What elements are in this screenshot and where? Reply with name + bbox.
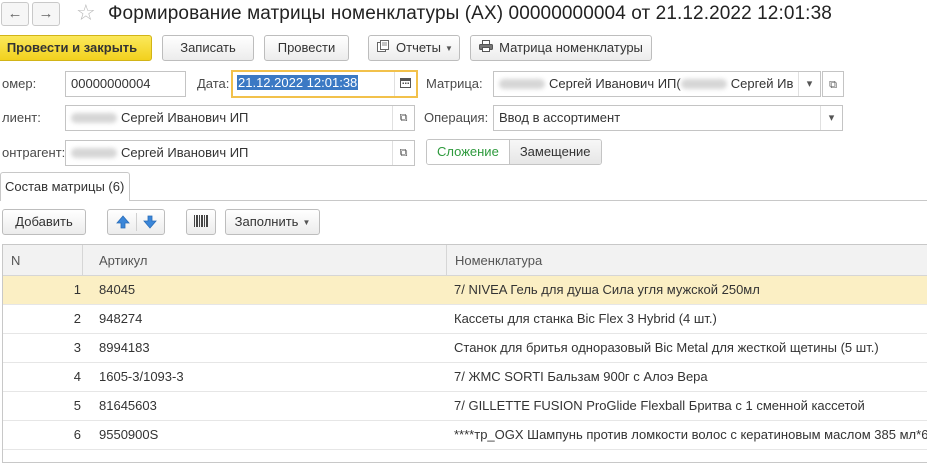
open-window-icon: ⧉ bbox=[829, 79, 837, 91]
arrow-left-icon: ← bbox=[7, 5, 23, 22]
mode-toggle: Сложение Замещение bbox=[426, 139, 602, 165]
number-label: омер: bbox=[2, 76, 37, 91]
open-matrix-button[interactable]: ⧉ bbox=[822, 71, 844, 97]
fill-button[interactable]: Заполнить ▼ bbox=[225, 209, 320, 235]
number-field[interactable]: 00000000004 bbox=[65, 71, 186, 97]
open-window-icon[interactable]: ⧉ bbox=[392, 141, 414, 165]
matrix-label: Матрица номенклатуры bbox=[499, 40, 643, 55]
client-label: лиент: bbox=[2, 110, 41, 125]
barcode-icon bbox=[193, 214, 209, 229]
fill-label: Заполнить bbox=[234, 214, 299, 229]
date-value: 21.12.2022 12:01:38 bbox=[237, 75, 359, 90]
column-header-article[interactable]: Артикул bbox=[91, 245, 447, 276]
table-row[interactable]: 6 9550900S ****тр_OGX Шампунь против лом… bbox=[3, 421, 927, 450]
row-item: ****тр_OGX Шампунь против ломкости волос… bbox=[454, 427, 927, 442]
post-button[interactable]: Провести bbox=[264, 35, 349, 61]
row-article: 81645603 bbox=[99, 398, 157, 413]
row-number: 2 bbox=[73, 311, 81, 326]
move-buttons bbox=[107, 209, 165, 235]
dropdown-arrow-icon[interactable]: ▾ bbox=[820, 106, 842, 130]
client-field[interactable]: Сергей Иванович ИП ⧉ bbox=[65, 105, 415, 131]
matrix-field-label: Матрица: bbox=[426, 76, 483, 91]
printer-icon bbox=[479, 36, 494, 60]
redacted-name bbox=[680, 79, 727, 89]
write-button[interactable]: Записать bbox=[162, 35, 254, 61]
date-field[interactable]: 21.12.2022 12:01:38 bbox=[231, 70, 418, 98]
operation-value: Ввод в ассортимент bbox=[499, 110, 621, 125]
post-and-close-button[interactable]: Провести и закрыть bbox=[0, 35, 152, 61]
date-label: Дата: bbox=[197, 76, 230, 91]
table-row[interactable]: 3 8994183 Станок для бритья одноразовый … bbox=[3, 334, 927, 363]
redacted-name bbox=[499, 79, 545, 89]
add-button[interactable]: Добавить bbox=[2, 209, 86, 235]
row-article: 84045 bbox=[99, 282, 136, 297]
chevron-down-icon: ▼ bbox=[302, 218, 311, 227]
row-item: 7/ NIVEA Гель для душа Сила угля мужской… bbox=[454, 282, 760, 297]
row-item: 7/ ЖМС SORTI Бальзам 900г с Алоэ Вера bbox=[454, 369, 708, 384]
reports-icon bbox=[377, 36, 390, 60]
calendar-icon[interactable] bbox=[394, 72, 416, 96]
row-article: 9550900S bbox=[99, 427, 159, 442]
favorite-star-icon[interactable]: ☆ bbox=[76, 1, 96, 25]
table-row[interactable]: 2 948274 Кассеты для станка Bic Flex 3 H… bbox=[3, 305, 927, 334]
forward-button[interactable]: → bbox=[32, 2, 60, 26]
column-header-n[interactable]: N bbox=[3, 245, 83, 276]
page-title: Формирование матрицы номенклатуры (АХ) 0… bbox=[108, 3, 832, 24]
arrow-right-icon: → bbox=[38, 5, 54, 22]
reports-button[interactable]: Отчеты ▼ bbox=[368, 35, 460, 61]
table-row[interactable]: 5 81645603 7/ GILLETTE FUSION ProGlide F… bbox=[3, 392, 927, 421]
arrow-up-icon[interactable] bbox=[114, 214, 132, 230]
back-button[interactable]: ← bbox=[1, 2, 29, 26]
items-table: N Артикул Номенклатура 1 84045 7/ NIVEA … bbox=[2, 244, 927, 463]
dropdown-arrow-icon[interactable]: ▾ bbox=[798, 72, 820, 96]
row-number: 4 bbox=[73, 369, 81, 384]
column-header-item[interactable]: Номенклатура bbox=[447, 245, 927, 276]
row-article: 948274 bbox=[99, 311, 143, 326]
row-item: 7/ GILLETTE FUSION ProGlide Flexball Бри… bbox=[454, 398, 865, 413]
mode-add-button[interactable]: Сложение bbox=[427, 140, 510, 164]
tab-matrix-composition[interactable]: Состав матрицы (6) bbox=[0, 172, 130, 201]
matrix-field[interactable]: Сергей Иванович ИП( Сергей Ив ▾ bbox=[493, 71, 821, 97]
mode-replace-button[interactable]: Замещение bbox=[509, 140, 601, 164]
row-article: 1605-3/1093-3 bbox=[99, 369, 184, 384]
row-item: Станок для бритья одноразовый Bic Metal … bbox=[454, 340, 879, 355]
contractor-value: Сергей Иванович ИП bbox=[121, 145, 249, 160]
contractor-field[interactable]: Сергей Иванович ИП ⧉ bbox=[65, 140, 415, 166]
barcode-button[interactable] bbox=[186, 209, 216, 235]
operation-field[interactable]: Ввод в ассортимент ▾ bbox=[493, 105, 843, 131]
contractor-label: онтрагент: bbox=[2, 145, 66, 160]
table-row[interactable]: 4 1605-3/1093-3 7/ ЖМС SORTI Бальзам 900… bbox=[3, 363, 927, 392]
row-item: Кассеты для станка Bic Flex 3 Hybrid (4 … bbox=[454, 311, 717, 326]
table-row[interactable]: 1 84045 7/ NIVEA Гель для душа Сила угля… bbox=[3, 276, 927, 305]
row-article: 8994183 bbox=[99, 340, 150, 355]
chevron-down-icon: ▼ bbox=[444, 44, 453, 53]
client-value: Сергей Иванович ИП bbox=[121, 110, 249, 125]
redacted-name bbox=[71, 148, 117, 158]
row-number: 5 bbox=[73, 398, 81, 413]
separator bbox=[136, 213, 137, 231]
open-window-icon[interactable]: ⧉ bbox=[392, 106, 414, 130]
operation-label: Операция: bbox=[424, 110, 489, 125]
reports-label: Отчеты bbox=[396, 40, 441, 55]
matrix-value-part2: Сергей Ив bbox=[730, 76, 794, 91]
matrix-value-part1: Сергей Иванович ИП( bbox=[549, 76, 681, 91]
redacted-name bbox=[71, 113, 117, 123]
arrow-down-icon[interactable] bbox=[141, 214, 159, 230]
tab-divider bbox=[130, 200, 927, 201]
row-number: 3 bbox=[73, 340, 81, 355]
row-number: 6 bbox=[73, 427, 81, 442]
row-number: 1 bbox=[73, 282, 81, 297]
matrix-button[interactable]: Матрица номенклатуры bbox=[470, 35, 652, 61]
table-header: N Артикул Номенклатура bbox=[3, 245, 927, 276]
